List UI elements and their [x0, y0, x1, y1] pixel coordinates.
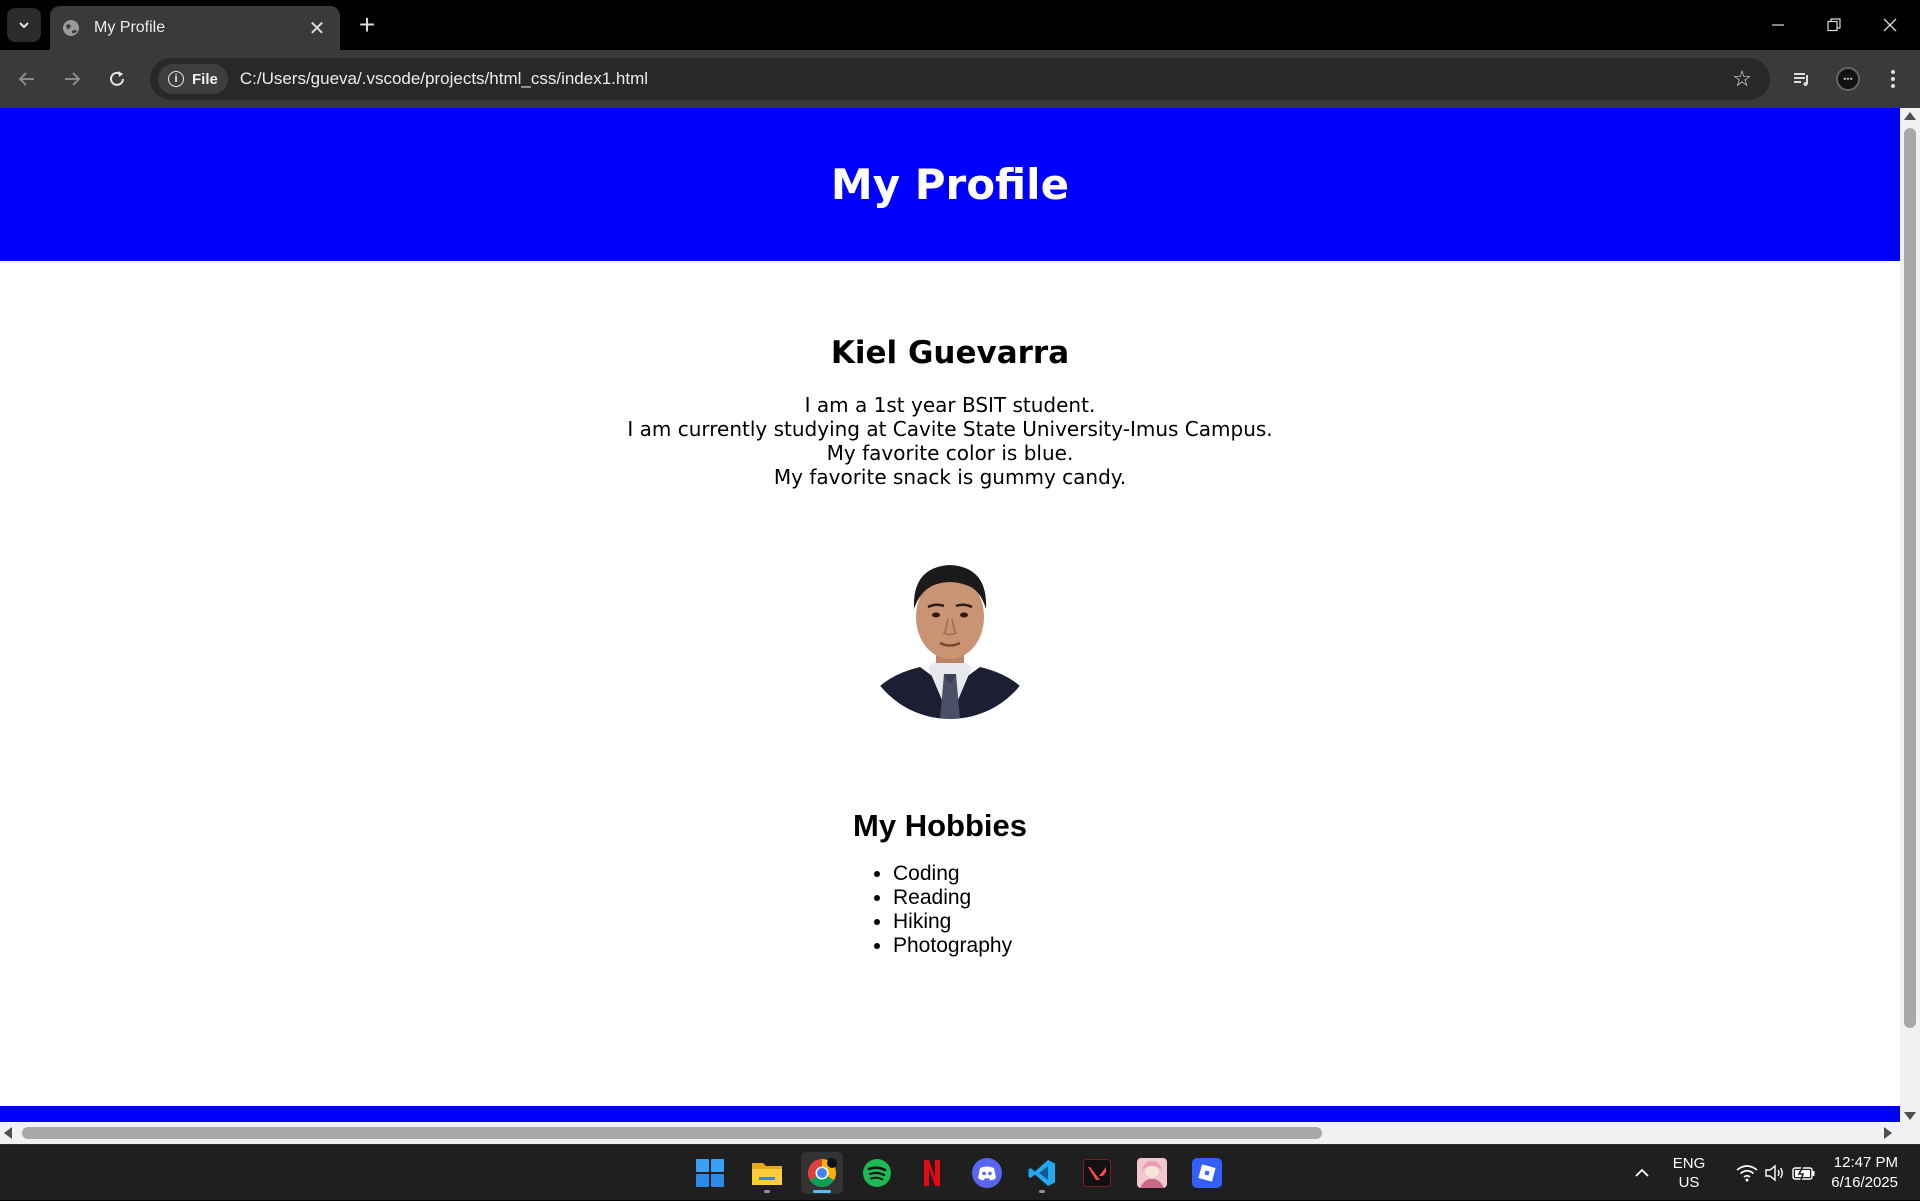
- playlist-icon: [1794, 73, 1808, 86]
- close-window-button[interactable]: [1862, 0, 1918, 50]
- file-explorer-icon: [752, 1163, 782, 1185]
- quick-settings-button[interactable]: [1720, 1145, 1832, 1201]
- minimize-icon: [1772, 24, 1784, 26]
- browser-toolbar: i File C:/Users/gueva/.vscode/projects/h…: [0, 50, 1920, 108]
- hobbies-list: Coding Reading Hiking Photography: [893, 862, 1012, 958]
- start-button[interactable]: [689, 1152, 731, 1194]
- netflix-icon: [924, 1160, 940, 1186]
- vscode-icon: [1028, 1160, 1055, 1186]
- media-control-button[interactable]: [1785, 62, 1819, 96]
- arrow-right-icon: [65, 72, 81, 86]
- taskbar-file-explorer[interactable]: [746, 1152, 788, 1194]
- start-icon: [696, 1159, 724, 1187]
- page-footer: [0, 1106, 1900, 1122]
- close-icon: [1883, 18, 1897, 32]
- vertical-scroll-thumb[interactable]: [1904, 128, 1916, 1028]
- clock-date: 6/16/2025: [1831, 1174, 1898, 1191]
- globe-icon: [62, 19, 80, 37]
- running-indicator: [764, 1190, 770, 1193]
- list-item: Coding: [893, 862, 1012, 886]
- scroll-down-arrow-icon[interactable]: [1904, 1112, 1916, 1120]
- language-indicator[interactable]: ENG US: [1664, 1145, 1714, 1201]
- spotify-icon: [863, 1159, 891, 1187]
- anime-app-icon: [1137, 1158, 1167, 1188]
- more-vert-icon: [1891, 70, 1895, 88]
- list-item: Photography: [893, 934, 1012, 958]
- reload-icon: [110, 71, 124, 86]
- profile-section: Kiel Guevarra I am a 1st year BSIT stude…: [0, 261, 1900, 719]
- page-viewport: My Profile Kiel Guevarra I am a 1st year…: [0, 108, 1920, 1144]
- page-title: My Profile: [830, 160, 1070, 209]
- running-indicator: [813, 1190, 831, 1193]
- taskbar-roblox[interactable]: [1186, 1152, 1228, 1194]
- url-text[interactable]: C:/Users/gueva/.vscode/projects/html_css…: [240, 69, 648, 89]
- forward-button[interactable]: [55, 62, 89, 96]
- show-hidden-icons-button[interactable]: [1625, 1145, 1659, 1201]
- profile-bio: I am a 1st year BSIT student. I am curre…: [0, 393, 1900, 489]
- vertical-scrollbar[interactable]: [1900, 108, 1920, 1122]
- scroll-right-arrow-icon[interactable]: [1884, 1127, 1892, 1139]
- scroll-left-arrow-icon[interactable]: [4, 1127, 12, 1139]
- tab-search-button[interactable]: [7, 8, 41, 42]
- clock-time: 12:47 PM: [1833, 1154, 1898, 1171]
- windows-taskbar: ENG US 12:47 PM 6/16/2025: [0, 1144, 1920, 1200]
- profile-button[interactable]: •••: [1831, 62, 1865, 96]
- chrome-icon: [808, 1158, 837, 1187]
- address-bar[interactable]: i File C:/Users/gueva/.vscode/projects/h…: [150, 58, 1770, 100]
- bio-line: My favorite snack is gummy candy.: [773, 465, 1127, 489]
- taskbar-discord[interactable]: [966, 1152, 1008, 1194]
- new-tab-button[interactable]: +: [352, 9, 382, 40]
- taskbar-valorant[interactable]: [1076, 1152, 1118, 1194]
- volume-icon: [1765, 1164, 1783, 1182]
- minimize-button[interactable]: [1750, 0, 1806, 50]
- valorant-icon: [1083, 1159, 1111, 1187]
- tab-strip: My Profile ✕ +: [0, 0, 1920, 50]
- taskbar-chrome[interactable]: [801, 1152, 843, 1194]
- page-header: My Profile: [0, 108, 1900, 261]
- profile-photo: [860, 539, 1040, 719]
- battery-icon: [1792, 1165, 1815, 1181]
- close-tab-icon[interactable]: ✕: [306, 17, 328, 40]
- chevron-down-icon: [19, 22, 29, 29]
- info-icon: i: [168, 71, 184, 87]
- bio-line: I am a 1st year BSIT student.: [804, 393, 1096, 417]
- taskbar-anime-app[interactable]: [1131, 1152, 1173, 1194]
- wifi-icon: [1736, 1165, 1758, 1182]
- arrow-left-icon: [18, 72, 34, 86]
- back-button[interactable]: [10, 62, 44, 96]
- scroll-up-arrow-icon[interactable]: [1904, 112, 1916, 120]
- taskbar-spotify[interactable]: [856, 1152, 898, 1194]
- taskbar-netflix[interactable]: [911, 1152, 953, 1194]
- list-item: Reading: [893, 886, 1012, 910]
- tab-my-profile[interactable]: My Profile ✕: [50, 6, 340, 50]
- bio-line: My favorite color is blue.: [826, 441, 1074, 465]
- profile-name: Kiel Guevarra: [830, 335, 1070, 371]
- chevron-up-icon: [1635, 1168, 1649, 1177]
- avatar: •••: [1836, 67, 1860, 91]
- reload-button[interactable]: [100, 62, 134, 96]
- clock[interactable]: 12:47 PM 6/16/2025: [1831, 1145, 1898, 1201]
- site-info-chip[interactable]: i File: [158, 64, 228, 94]
- hobbies-heading: My Hobbies: [853, 808, 1027, 843]
- running-indicator: [1039, 1190, 1045, 1193]
- language-code: ENG: [1672, 1155, 1706, 1172]
- discord-icon: [972, 1158, 1002, 1188]
- horizontal-scrollbar[interactable]: [0, 1122, 1920, 1144]
- list-item: Hiking: [893, 910, 1012, 934]
- taskbar-vscode[interactable]: [1021, 1152, 1063, 1194]
- site-info-label: File: [192, 70, 218, 88]
- region-code: US: [1678, 1174, 1700, 1191]
- horizontal-scroll-thumb[interactable]: [22, 1127, 1322, 1139]
- tab-title: My Profile: [94, 19, 166, 36]
- roblox-icon: [1192, 1158, 1222, 1188]
- restore-button[interactable]: [1806, 0, 1862, 50]
- restore-icon: [1827, 18, 1841, 32]
- menu-button[interactable]: [1876, 62, 1910, 96]
- bio-line: I am currently studying at Cavite State …: [627, 417, 1273, 441]
- bookmark-star-icon[interactable]: ☆: [1732, 66, 1752, 92]
